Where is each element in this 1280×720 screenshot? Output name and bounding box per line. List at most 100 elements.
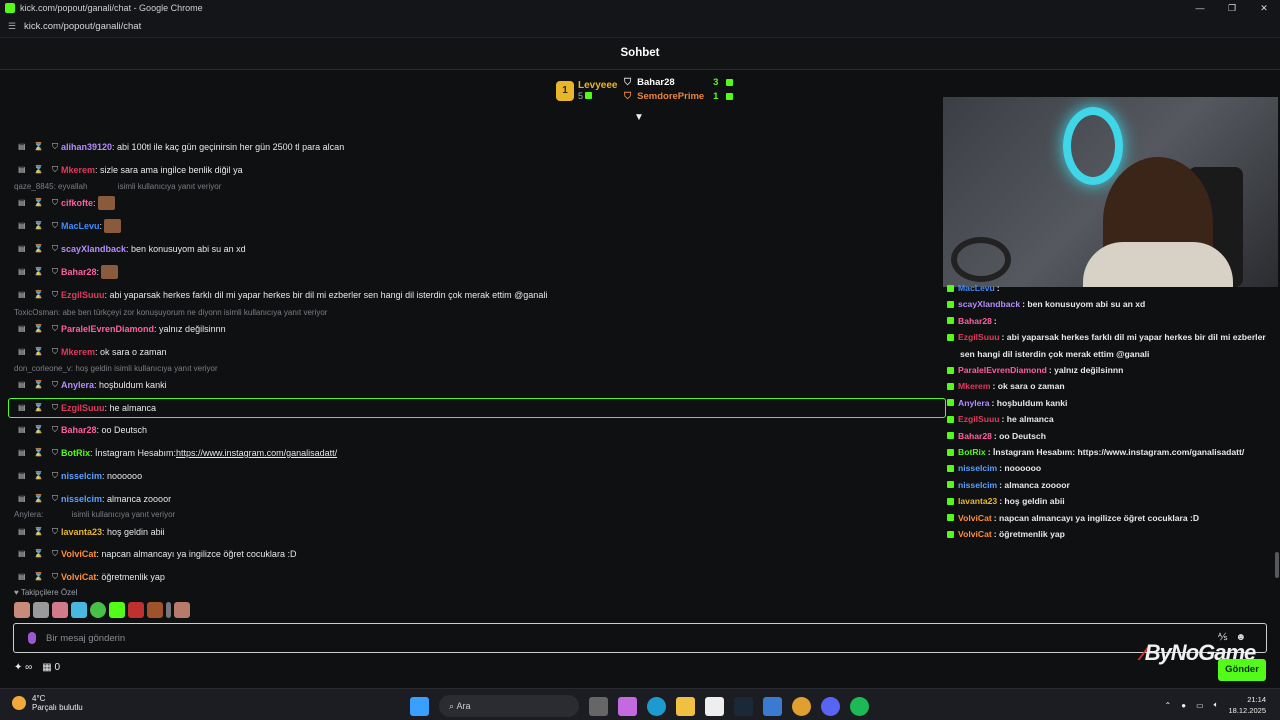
pin-icon[interactable]: ▤ [18, 425, 26, 435]
mic-tray-icon[interactable]: ● [1181, 701, 1186, 710]
pin-icon[interactable]: ▤ [18, 324, 26, 334]
emote-icon[interactable] [33, 602, 49, 618]
chat-message[interactable]: ▤ ⌛ ⛉ lavanta23: hoş geldin abii [18, 525, 165, 539]
chat-username[interactable]: ParalelEvrenDiamond [61, 324, 154, 334]
start-icon[interactable] [410, 696, 429, 716]
chat-message[interactable]: ▤ ⌛ ⛉ scayXlandback: ben konusuyom abi su a… [18, 242, 246, 256]
ban-icon[interactable]: ⛉ [52, 198, 58, 208]
volume-icon[interactable]: 🔈︎ [1214, 700, 1219, 710]
ban-icon[interactable]: ⛉ [52, 221, 58, 231]
ban-icon[interactable]: ⛉ [52, 165, 58, 175]
chat-username[interactable]: Bahar28 [61, 425, 97, 435]
chevron-up-icon[interactable]: ⌃ [1165, 701, 1172, 710]
emote-icon[interactable] [174, 602, 190, 618]
timeout-icon[interactable]: ⌛ [34, 267, 44, 277]
timeout-icon[interactable]: ⌛ [34, 347, 44, 357]
chat-message[interactable]: ▤ ⌛ ⛉ Bahar28: oo Deutsch [18, 423, 147, 437]
chat-message[interactable]: ▤ ⌛ ⛉ EzgilSuuu: he almanca [18, 401, 156, 415]
gift-icon[interactable]: ▦ 0 [42, 662, 60, 673]
timeout-icon[interactable]: ⌛ [34, 221, 44, 231]
pin-icon[interactable]: ▤ [18, 572, 26, 582]
chat-message[interactable]: ▤ ⌛ ⛉ alihan39120: abi 100tl ile kaç gün ge… [18, 140, 344, 154]
chat-message[interactable]: ▤ ⌛ ⛉ Anylera: hoşbuldum kanki [18, 378, 167, 392]
ban-icon[interactable]: ⛉ [52, 380, 58, 390]
timeout-icon[interactable]: ⌛ [34, 198, 44, 208]
ban-icon[interactable]: ⛉ [52, 267, 58, 277]
file-explorer-icon[interactable] [676, 696, 695, 716]
ban-icon[interactable]: ⛉ [52, 290, 58, 300]
pin-icon[interactable]: ▤ [18, 290, 26, 300]
timeout-icon[interactable]: ⌛ [34, 494, 44, 504]
emote-icon[interactable] [128, 602, 144, 618]
reply-context[interactable]: don_corleone_v: hoş geldin isimli kullan… [14, 364, 218, 373]
chat-username[interactable]: VolviCat [61, 549, 96, 559]
message-input[interactable]: Bir mesaj gönderin ⅍☻ [13, 623, 1267, 653]
chat-username[interactable]: Mkerem [61, 165, 95, 175]
ban-icon[interactable]: ⛉ [52, 244, 58, 254]
address-bar[interactable]: ☰ kick.com/popout/ganali/chat [0, 16, 1280, 38]
ban-icon[interactable]: ⛉ [52, 142, 58, 152]
chat-username[interactable]: Anylera [61, 380, 94, 390]
ban-icon[interactable]: ⛉ [52, 324, 58, 334]
pin-icon[interactable]: ▤ [18, 142, 26, 152]
copilot-icon[interactable] [618, 696, 637, 716]
chat-username[interactable]: Bahar28 [61, 267, 97, 277]
chat-username[interactable]: scayXlandback [61, 244, 126, 254]
pin-icon[interactable]: ▤ [18, 165, 26, 175]
chat-message[interactable]: ▤ ⌛ ⛉ ParalelEvrenDiamond: yalnız değilsinn… [18, 322, 226, 336]
reply-context[interactable]: ToxicOsman: abe ben türkçeyi zor konuşuy… [14, 308, 327, 317]
points-icon[interactable]: ✦ ∞ [14, 662, 32, 673]
reply-context[interactable]: Anylera: [14, 510, 43, 519]
timeout-icon[interactable]: ⌛ [34, 324, 44, 334]
discord-icon[interactable] [821, 696, 840, 716]
steam-icon[interactable] [734, 696, 753, 716]
send-button[interactable]: Gönder [1218, 659, 1266, 681]
chat-message[interactable]: ▤ ⌛ ⛉ nisselcim: almanca zoooor [18, 492, 171, 506]
site-info-icon[interactable]: ☰ [8, 21, 18, 32]
chat-message[interactable]: ▤ ⌛ ⛉ BotRix: İnstagram Hesabım: https://ww… [18, 446, 337, 460]
ban-icon[interactable]: ⛉ [52, 347, 58, 357]
mail-icon[interactable] [763, 696, 782, 716]
pin-icon[interactable]: ▤ [18, 403, 26, 413]
pin-icon[interactable]: ▤ [18, 244, 26, 254]
pin-icon[interactable]: ▤ [18, 380, 26, 390]
emote-icon[interactable] [166, 602, 171, 618]
timeout-icon[interactable]: ⌛ [34, 572, 44, 582]
pin-icon[interactable]: ▤ [18, 527, 26, 537]
timeout-icon[interactable]: ⌛ [34, 165, 44, 175]
timeout-icon[interactable]: ⌛ [34, 380, 44, 390]
emote-icon[interactable] [90, 602, 106, 618]
pin-icon[interactable]: ▤ [18, 221, 26, 231]
edge-icon[interactable] [647, 696, 666, 716]
weather-widget[interactable]: 4°C Parçalı bulutlu [12, 694, 83, 712]
timeout-icon[interactable]: ⌛ [34, 403, 44, 413]
leader-first[interactable]: 1 Levyeee 5 [556, 80, 617, 101]
minimize-icon[interactable]: — [1184, 0, 1216, 16]
emote-icon[interactable] [52, 602, 68, 618]
chat-username[interactable]: BotRix [61, 448, 90, 458]
pin-icon[interactable]: ▤ [18, 198, 26, 208]
chat-message[interactable]: ▤ ⌛ ⛉ MacLevu: [18, 219, 122, 233]
timeout-icon[interactable]: ⌛ [34, 448, 44, 458]
scrollbar[interactable] [1275, 552, 1279, 578]
chat-message[interactable]: ▤ ⌛ ⛉ Mkerem: sizle sara ama ingilce benlik… [18, 163, 243, 177]
emote-icon[interactable] [71, 602, 87, 618]
chat-username[interactable]: nisselcim [61, 471, 102, 481]
timeout-icon[interactable]: ⌛ [34, 244, 44, 254]
chat-message[interactable]: ▤ ⌛ ⛉ Mkerem: ok sara o zaman [18, 345, 167, 359]
timeout-icon[interactable]: ⌛ [34, 549, 44, 559]
chat-message[interactable]: ▤ ⌛ ⛉ VolviCat: öğretmenlik yap [18, 570, 165, 584]
spotify-icon[interactable] [850, 696, 869, 716]
ban-icon[interactable]: ⛉ [52, 494, 58, 504]
pin-icon[interactable]: ▤ [18, 549, 26, 559]
timeout-icon[interactable]: ⌛ [34, 425, 44, 435]
network-icon[interactable]: ▭ [1196, 701, 1204, 710]
emote-icon[interactable] [109, 602, 125, 618]
ban-icon[interactable]: ⛉ [52, 425, 58, 435]
chat-username[interactable]: EzgilSuuu [61, 290, 105, 300]
chrome-icon[interactable] [792, 696, 811, 716]
close-icon[interactable]: ✕ [1248, 0, 1280, 16]
chat-message[interactable]: ▤ ⌛ ⛉ cifkofte: [18, 196, 115, 210]
microphone-icon[interactable] [28, 632, 36, 644]
chat-message[interactable]: ▤ ⌛ ⛉ VolviCat: napcan almancayı ya ingiliz… [18, 547, 296, 561]
